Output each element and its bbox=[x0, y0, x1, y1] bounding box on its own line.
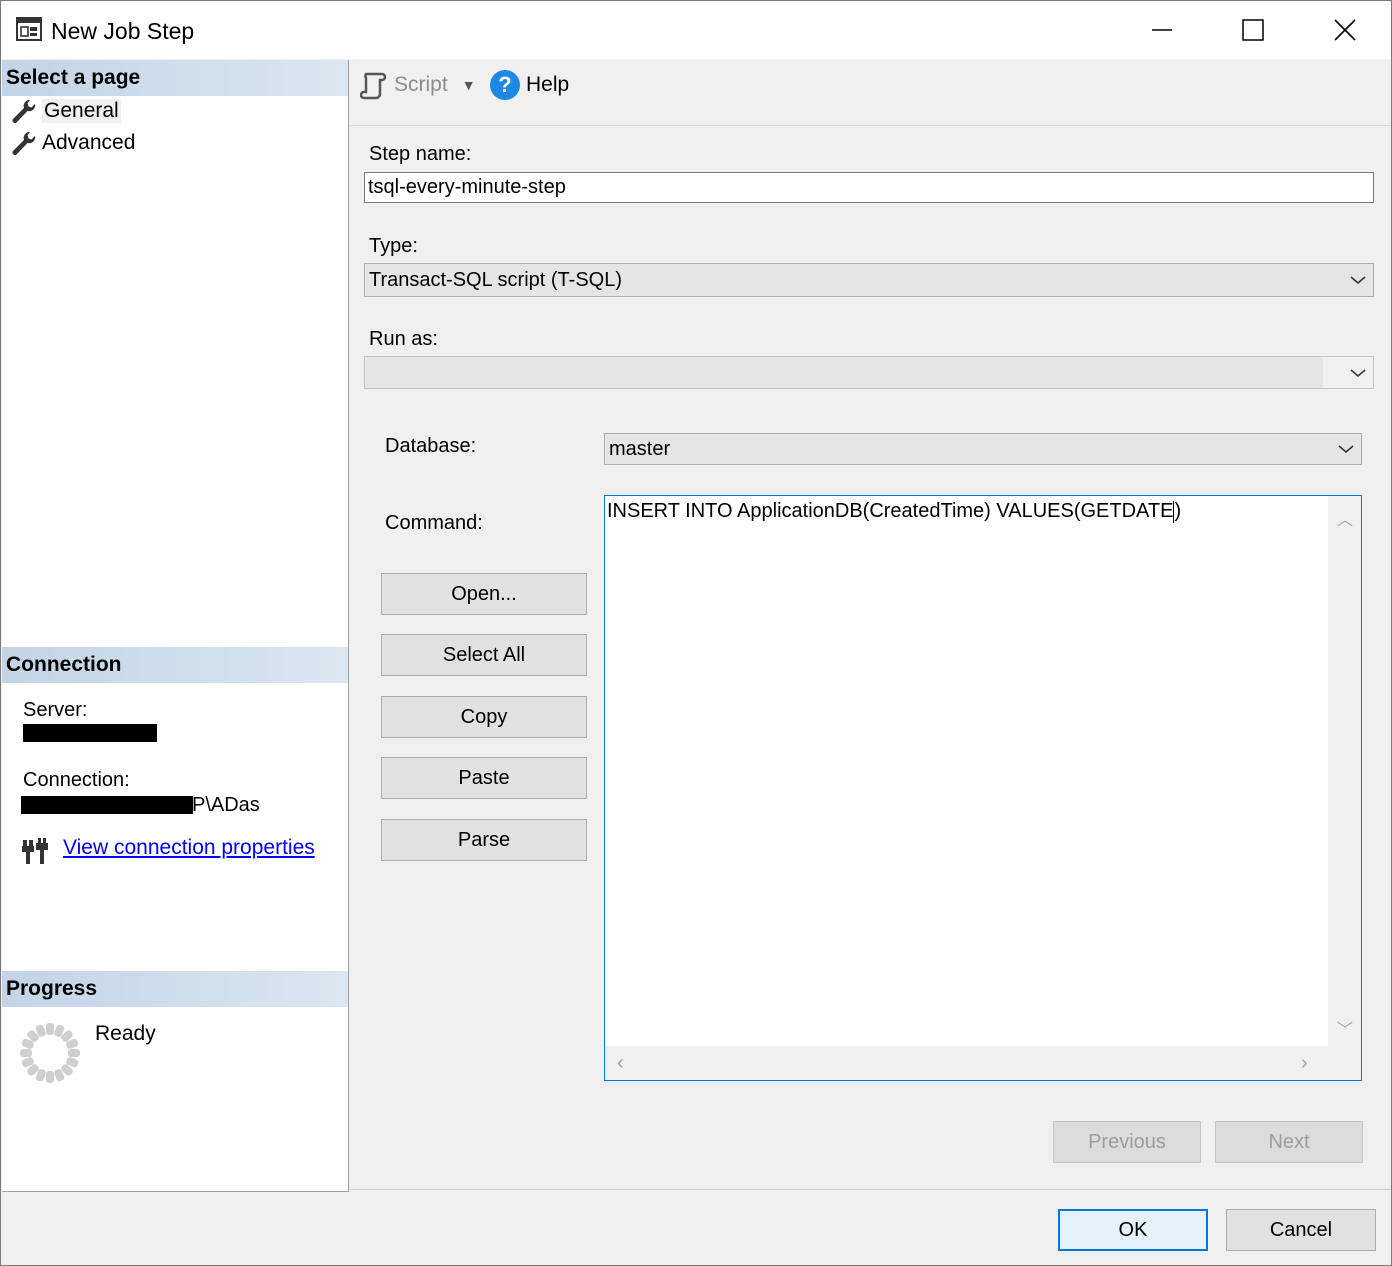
select-all-button[interactable]: Select All bbox=[381, 634, 587, 676]
database-label: Database: bbox=[385, 435, 477, 457]
database-select[interactable]: master bbox=[604, 433, 1362, 465]
open-button[interactable]: Open... bbox=[381, 573, 587, 615]
close-icon bbox=[1334, 19, 1356, 41]
left-panel: Select a page General Advanced Connectio… bbox=[2, 60, 349, 1192]
window-title: New Job Step bbox=[51, 18, 195, 44]
paste-button[interactable]: Paste bbox=[381, 757, 587, 799]
script-button[interactable]: Script ▼ bbox=[360, 70, 476, 100]
vertical-scrollbar[interactable]: ︿ ﹀ bbox=[1328, 496, 1361, 1047]
progress-status: Ready bbox=[95, 1022, 156, 1045]
new-job-step-dialog: New Job Step Select a page General Advan… bbox=[0, 0, 1392, 1266]
wrench-icon bbox=[12, 99, 36, 123]
database-select-value: master bbox=[609, 437, 671, 460]
window-icon bbox=[16, 17, 42, 41]
scroll-up-icon[interactable]: ︿ bbox=[1337, 506, 1353, 530]
chevron-down-icon bbox=[1350, 368, 1366, 377]
chevron-down-icon bbox=[1338, 445, 1354, 454]
toolbar: Script ▼ ? Help bbox=[350, 60, 1391, 126]
connection-header: Connection bbox=[2, 647, 348, 683]
script-dropdown-icon[interactable]: ▼ bbox=[462, 77, 476, 93]
command-editor[interactable]: INSERT INTO ApplicationDB(CreatedTime) V… bbox=[604, 495, 1362, 1081]
minimize-button[interactable] bbox=[1116, 1, 1208, 59]
close-button[interactable] bbox=[1299, 1, 1391, 59]
page-item-label: General bbox=[42, 99, 121, 123]
wrench-icon bbox=[12, 131, 36, 155]
scroll-down-icon[interactable]: ﹀ bbox=[1337, 1016, 1353, 1040]
type-select[interactable]: Transact-SQL script (T-SQL) bbox=[364, 263, 1374, 297]
cancel-button[interactable]: Cancel bbox=[1226, 1209, 1376, 1251]
chevron-down-icon bbox=[1350, 276, 1366, 285]
page-item-general[interactable]: General bbox=[10, 96, 121, 126]
page-item-advanced[interactable]: Advanced bbox=[10, 128, 135, 158]
redacted-connection-value bbox=[21, 796, 193, 814]
redacted-server-value bbox=[23, 724, 157, 742]
horizontal-scrollbar[interactable]: ‹ › bbox=[605, 1046, 1361, 1080]
help-label: Help bbox=[526, 73, 570, 96]
general-page: Step name: tsql-every-minute-step Type: … bbox=[350, 127, 1391, 1190]
progress-spinner-icon bbox=[20, 1023, 80, 1083]
run-as-label: Run as: bbox=[369, 328, 438, 350]
progress-header: Progress bbox=[2, 971, 348, 1007]
copy-button[interactable]: Copy bbox=[381, 696, 587, 738]
server-label: Server: bbox=[23, 699, 88, 721]
next-button[interactable]: Next bbox=[1215, 1121, 1363, 1163]
type-label: Type: bbox=[369, 235, 418, 257]
step-name-input[interactable]: tsql-every-minute-step bbox=[364, 172, 1374, 203]
view-connection-properties-link[interactable]: View connection properties bbox=[63, 836, 315, 860]
script-icon bbox=[360, 72, 387, 100]
maximize-button[interactable] bbox=[1207, 1, 1299, 59]
page-item-label: Advanced bbox=[42, 131, 136, 154]
minimize-icon bbox=[1152, 29, 1172, 31]
maximize-icon bbox=[1242, 19, 1264, 41]
command-label: Command: bbox=[385, 512, 483, 534]
select-page-header: Select a page bbox=[2, 60, 348, 96]
scroll-right-icon[interactable]: › bbox=[1301, 1052, 1308, 1075]
command-text: INSERT INTO ApplicationDB(CreatedTime) V… bbox=[607, 500, 1181, 523]
previous-button[interactable]: Previous bbox=[1053, 1121, 1201, 1163]
connection-suffix: P\ADas bbox=[192, 794, 260, 816]
command-text-before-caret: INSERT INTO ApplicationDB(CreatedTime) V… bbox=[607, 500, 1174, 522]
help-button[interactable]: ? Help bbox=[490, 69, 569, 101]
scroll-left-icon[interactable]: ‹ bbox=[617, 1052, 624, 1075]
parse-button[interactable]: Parse bbox=[381, 819, 587, 861]
title-bar: New Job Step bbox=[1, 1, 1391, 59]
connection-label: Connection: bbox=[23, 769, 130, 791]
run-as-select[interactable] bbox=[364, 356, 1374, 389]
ok-button[interactable]: OK bbox=[1058, 1209, 1208, 1251]
script-label: Script bbox=[394, 73, 448, 96]
step-name-label: Step name: bbox=[369, 143, 472, 165]
type-select-value: Transact-SQL script (T-SQL) bbox=[369, 268, 623, 291]
plug-icon bbox=[22, 838, 48, 864]
help-icon: ? bbox=[490, 70, 520, 100]
command-text-after-caret: ) bbox=[1174, 500, 1182, 522]
